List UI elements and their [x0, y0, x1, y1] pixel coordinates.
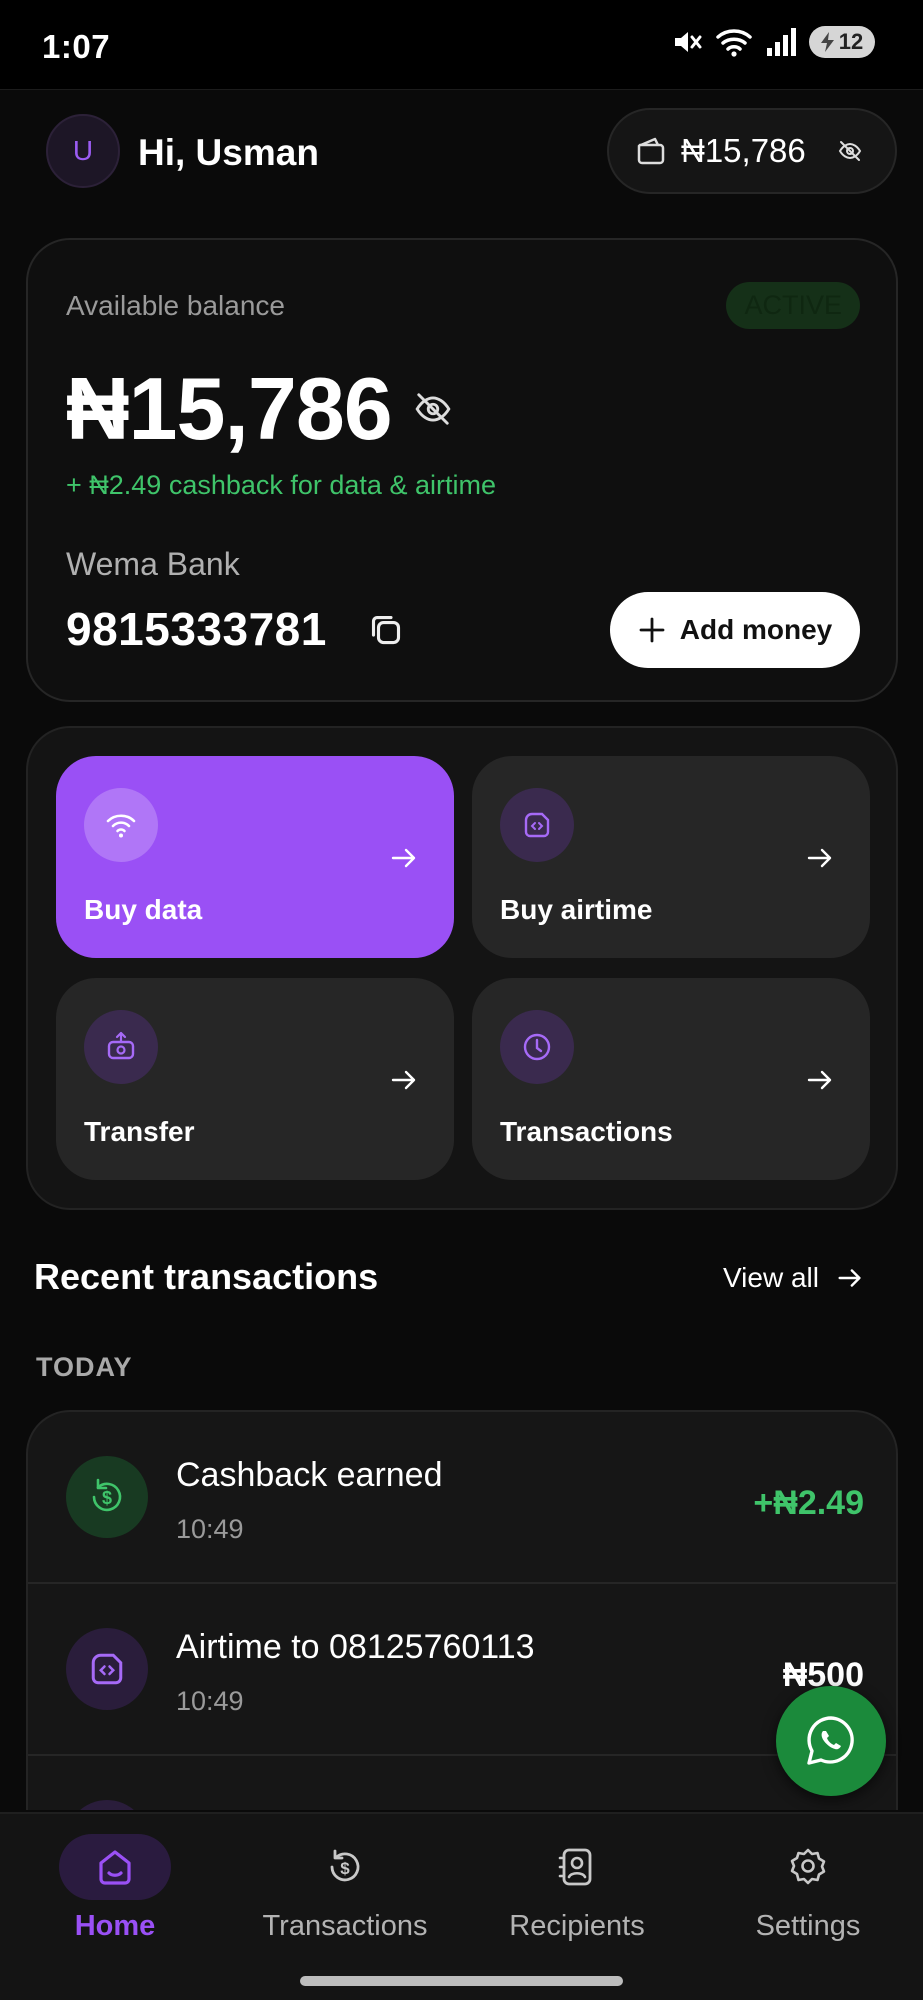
- nav-home[interactable]: Home: [0, 1814, 230, 1964]
- transaction-title: Cashback earned: [176, 1456, 443, 1494]
- nav-recipients[interactable]: Recipients: [462, 1814, 692, 1964]
- nav-label: Recipients: [509, 1910, 645, 1942]
- tile-label: Transactions: [500, 1116, 673, 1147]
- mute-icon: [675, 32, 702, 52]
- hide-balance-icon[interactable]: [838, 139, 862, 163]
- recent-transactions-title: Recent transactions: [34, 1256, 379, 1297]
- plus-icon: [639, 617, 665, 643]
- transaction-title: Airtime to 08125760113: [176, 1628, 535, 1666]
- nav-transactions[interactable]: $ Transactions: [230, 1814, 460, 1964]
- transfer-icon: [84, 1010, 158, 1084]
- quick-actions-panel: Buy data Buy airtime Transfer Transactio…: [26, 726, 898, 1210]
- status-bar: 1:07 12: [0, 0, 923, 90]
- transaction-amount: +₦2.49: [753, 1484, 864, 1522]
- transaction-row[interactable]: $ Cashback earned 10:49 +₦2.49: [28, 1412, 896, 1584]
- nav-label: Home: [74, 1910, 156, 1942]
- add-money-button[interactable]: Add money: [610, 592, 860, 668]
- sim-card-icon: [500, 788, 574, 862]
- wallet-icon: [637, 137, 665, 165]
- transaction-row[interactable]: [28, 1756, 896, 1810]
- cashback-icon: $: [66, 1456, 148, 1538]
- transaction-time: 10:49: [176, 1514, 244, 1544]
- view-all-label: View all: [723, 1262, 819, 1293]
- wallet-balance-pill[interactable]: ₦15,786: [607, 108, 897, 194]
- arrow-right-icon: [391, 848, 416, 868]
- add-money-label: Add money: [679, 614, 833, 645]
- hide-balance-icon[interactable]: [414, 390, 452, 428]
- transaction-list: $ Cashback earned 10:49 +₦2.49 Airtime t…: [26, 1410, 898, 1810]
- nav-settings[interactable]: Settings: [693, 1814, 923, 1964]
- bank-name: Wema Bank: [66, 546, 240, 582]
- wallet-amount: ₦15,786: [681, 132, 806, 169]
- svg-text:$: $: [102, 1488, 112, 1508]
- arrow-right-icon: [838, 1269, 861, 1287]
- tile-label: Buy data: [84, 894, 203, 925]
- view-all-link[interactable]: View all: [723, 1262, 865, 1294]
- account-number: 9815333781: [66, 603, 327, 655]
- copy-icon[interactable]: [366, 610, 406, 650]
- sim-card-icon: [66, 1628, 148, 1710]
- transaction-time: 10:49: [176, 1686, 244, 1716]
- home-icon: [59, 1834, 171, 1900]
- whatsapp-support-button[interactable]: [776, 1686, 886, 1796]
- greeting: Hi, Usman: [138, 132, 319, 173]
- clock-icon: [500, 1010, 574, 1084]
- header: U Hi, Usman ₦15,786: [0, 90, 923, 220]
- transactions-tile[interactable]: Transactions: [472, 978, 870, 1180]
- transfer-tile[interactable]: Transfer: [56, 978, 454, 1180]
- whatsapp-icon: [807, 1716, 854, 1765]
- avatar[interactable]: U: [46, 114, 120, 188]
- bottom-nav: Home $ Transactions Recipients Settings: [0, 1812, 923, 2000]
- tile-label: Transfer: [84, 1116, 195, 1147]
- cashback-note: + ₦2.49 cashback for data & airtime: [66, 470, 496, 500]
- status-time: 1:07: [42, 28, 111, 65]
- balance-card: Available balance ACTIVE ₦15,786 + ₦2.49…: [26, 238, 898, 702]
- status-icons: 12: [671, 26, 875, 58]
- charging-icon: [820, 32, 834, 52]
- nav-label: Transactions: [262, 1910, 428, 1942]
- battery-indicator: 12: [809, 26, 875, 58]
- signal-icon: [767, 28, 796, 56]
- nav-label: Settings: [755, 1910, 861, 1942]
- buy-airtime-tile[interactable]: Buy airtime: [472, 756, 870, 958]
- tile-label: Buy airtime: [500, 894, 653, 925]
- dollar-refresh-icon: $: [289, 1834, 401, 1900]
- balance-label: Available balance: [66, 290, 285, 321]
- cashback-icon: [66, 1800, 148, 1810]
- account-status-badge: ACTIVE: [726, 282, 860, 329]
- date-group-label: TODAY: [36, 1352, 133, 1382]
- transaction-row[interactable]: Airtime to 08125760113 10:49 ₦500: [28, 1584, 896, 1756]
- arrow-right-icon: [391, 1070, 416, 1090]
- battery-level: 12: [838, 29, 864, 54]
- wifi-status-icon: [716, 29, 752, 57]
- arrow-right-icon: [807, 1070, 832, 1090]
- buy-data-tile[interactable]: Buy data: [56, 756, 454, 958]
- balance-amount: ₦15,786: [66, 359, 393, 458]
- svg-text:$: $: [340, 1859, 350, 1878]
- arrow-right-icon: [807, 848, 832, 868]
- gear-icon: [752, 1834, 864, 1900]
- wifi-icon: [84, 788, 158, 862]
- home-indicator: [300, 1976, 623, 1986]
- contacts-icon: [521, 1834, 633, 1900]
